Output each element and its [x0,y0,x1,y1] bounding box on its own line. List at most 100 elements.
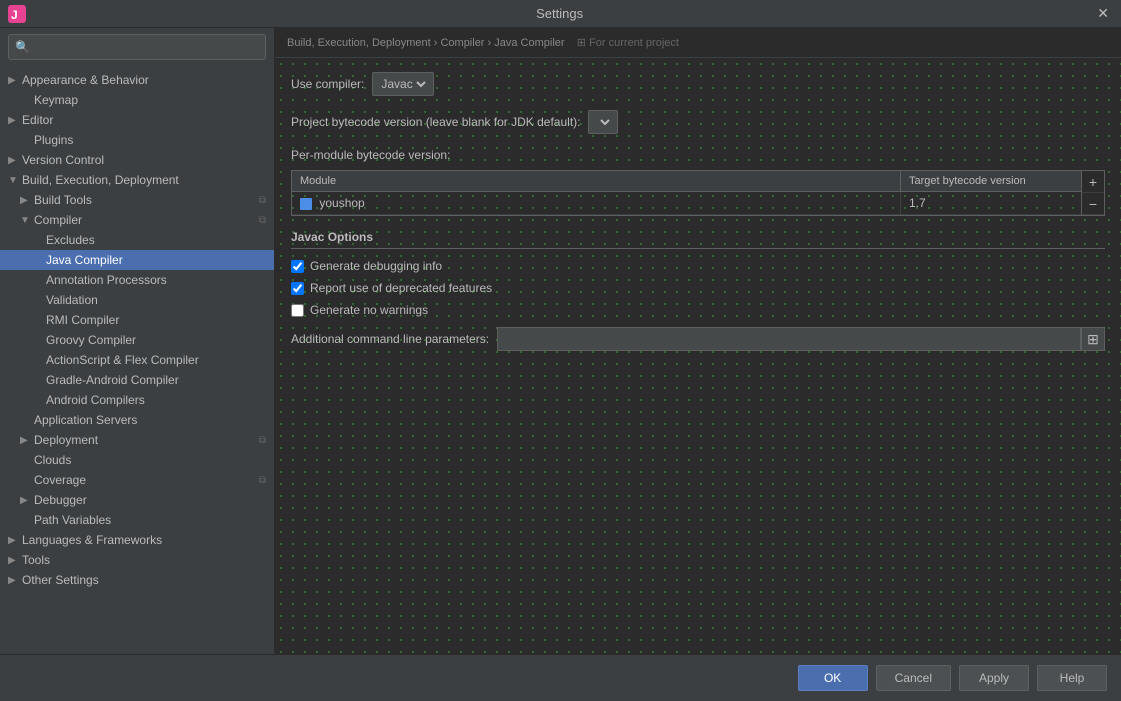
breadcrumb-suffix: ⊞ For current project [577,37,679,49]
cmd-label: Additional command line parameters: [291,332,489,346]
sidebar-label-appearance: Appearance & Behavior [22,73,149,87]
content-area: Build, Execution, Deployment › Compiler … [275,28,1121,654]
cancel-button[interactable]: Cancel [876,665,951,691]
sidebar-item-build-tools[interactable]: ▶Build Tools⧉ [0,190,274,210]
sidebar-item-compiler[interactable]: ▼Compiler⧉ [0,210,274,230]
sidebar-label-gradle-android-compiler: Gradle-Android Compiler [46,373,179,387]
table-inner: Module Target bytecode version youshop 1… [292,171,1081,215]
javac-options-title: Javac Options [291,230,1105,249]
sidebar-label-editor: Editor [22,113,53,127]
sidebar-item-debugger[interactable]: ▶ Debugger [0,490,274,510]
title-bar: J Settings ✕ [0,0,1121,28]
sidebar-item-appearance[interactable]: ▶Appearance & Behavior [0,70,274,90]
close-button[interactable]: ✕ [1093,5,1113,22]
apply-button[interactable]: Apply [959,665,1029,691]
debug-info-checkbox[interactable] [291,260,304,273]
ok-button[interactable]: OK [798,665,868,691]
checkbox-debug-info: Generate debugging info [291,259,1105,273]
col-target-version: Target bytecode version [901,171,1081,191]
sidebar-label-rmi-compiler: RMI Compiler [46,313,119,327]
svg-text:J: J [11,8,18,22]
add-row-button[interactable]: + [1082,171,1104,193]
javac-options-section: Javac Options Generate debugging info Re… [291,230,1105,351]
no-warnings-label: Generate no warnings [310,303,428,317]
sidebar-item-android-compilers[interactable]: Android Compilers [0,390,274,410]
help-button[interactable]: Help [1037,665,1107,691]
remove-row-button[interactable]: − [1082,193,1104,215]
checkbox-no-warnings: Generate no warnings [291,303,1105,317]
sidebar-item-path-variables[interactable]: Path Variables [0,510,274,530]
bytecode-version-label: Project bytecode version (leave blank fo… [291,115,580,129]
use-compiler-label: Use compiler: [291,77,364,91]
sidebar-label-build-tools: Build Tools [34,193,92,207]
table-row: youshop 1.7 [292,192,1081,215]
compiler-select-wrapper[interactable]: Javac [372,72,434,96]
sidebar-item-coverage[interactable]: Coverage ⧉ [0,470,274,490]
sidebar-label-other-settings: Other Settings [22,573,99,587]
module-name: youshop [319,196,364,210]
cmd-row: Additional command line parameters: ⊞ [291,327,1105,351]
sidebar-item-actionscript-compiler[interactable]: ActionScript & Flex Compiler [0,350,274,370]
bottom-bar: OK Cancel Apply Help [0,654,1121,701]
cmd-input[interactable] [497,327,1081,351]
sidebar-label-validation: Validation [46,293,98,307]
sidebar-item-groovy-compiler[interactable]: Groovy Compiler [0,330,274,350]
search-icon: 🔍 [15,40,30,54]
sidebar-item-validation[interactable]: Validation [0,290,274,310]
compiler-select[interactable]: Javac [377,76,429,92]
sidebar-item-excludes[interactable]: Excludes [0,230,274,250]
sidebar-item-keymap[interactable]: Keymap [0,90,274,110]
sidebar-label-tools: Tools [22,553,50,567]
bytecode-version-select[interactable] [593,114,613,130]
per-module-section: Per-module bytecode version: Module Targ… [291,148,1105,216]
tree-arrow-deployment: ▶ [20,435,30,446]
sidebar-item-application-servers[interactable]: Application Servers [0,410,274,430]
sidebar-tree: ▶Appearance & BehaviorKeymap▶EditorPlugi… [0,66,274,654]
per-module-label: Per-module bytecode version: [291,148,1105,162]
sidebar-item-version-control[interactable]: ▶Version Control [0,150,274,170]
sidebar-item-build-execution[interactable]: ▼Build, Execution, Deployment [0,170,274,190]
sidebar-label-excludes: Excludes [46,233,95,247]
sidebar-label-plugins: Plugins [34,133,73,147]
copy-icon-coverage: ⧉ [259,475,266,486]
sidebar-label-coverage: Coverage [34,473,86,487]
sidebar-item-plugins[interactable]: Plugins [0,130,274,150]
search-input[interactable] [34,40,259,54]
sidebar-item-java-compiler[interactable]: Java Compiler [0,250,274,270]
deprecated-checkbox[interactable] [291,282,304,295]
sidebar-item-other-settings[interactable]: ▶Other Settings [0,570,274,590]
app-logo-icon: J [8,5,26,23]
search-box[interactable]: 🔍 [8,34,266,60]
tree-arrow-tools: ▶ [8,555,18,566]
checkbox-deprecated: Report use of deprecated features [291,281,1105,295]
tree-arrow-languages-frameworks: ▶ [8,535,18,546]
col-module: Module [292,171,901,191]
sidebar-item-annotation-processors[interactable]: Annotation Processors [0,270,274,290]
table-actions: + − [1081,171,1104,215]
deprecated-label: Report use of deprecated features [310,281,492,295]
table-header: Module Target bytecode version [292,171,1081,192]
no-warnings-checkbox[interactable] [291,304,304,317]
module-icon [300,198,312,210]
window-title: Settings [26,6,1093,21]
bytecode-version-select-wrapper[interactable] [588,110,618,134]
sidebar-item-languages-frameworks[interactable]: ▶ Languages & Frameworks [0,530,274,550]
sidebar-label-path-variables: Path Variables [34,513,111,527]
sidebar-item-deployment[interactable]: ▶ Deployment ⧉ [0,430,274,450]
tree-arrow-debugger: ▶ [20,495,30,506]
sidebar-label-groovy-compiler: Groovy Compiler [46,333,136,347]
sidebar-label-debugger: Debugger [34,493,87,507]
sidebar-label-keymap: Keymap [34,93,78,107]
sidebar-item-tools[interactable]: ▶ Tools [0,550,274,570]
sidebar-label-deployment: Deployment [34,433,98,447]
sidebar-item-gradle-android-compiler[interactable]: Gradle-Android Compiler [0,370,274,390]
sidebar-item-rmi-compiler[interactable]: RMI Compiler [0,310,274,330]
sidebar-label-actionscript-compiler: ActionScript & Flex Compiler [46,353,199,367]
sidebar-label-languages-frameworks: Languages & Frameworks [22,533,162,547]
breadcrumb-path: Build, Execution, Deployment › Compiler … [287,37,565,49]
copy-icon-deployment: ⧉ [259,435,266,446]
sidebar-item-editor[interactable]: ▶Editor [0,110,274,130]
cmd-expand-button[interactable]: ⊞ [1081,327,1105,351]
sidebar-item-clouds[interactable]: Clouds [0,450,274,470]
settings-panel: Use compiler: Javac Project bytecode ver… [275,58,1121,654]
